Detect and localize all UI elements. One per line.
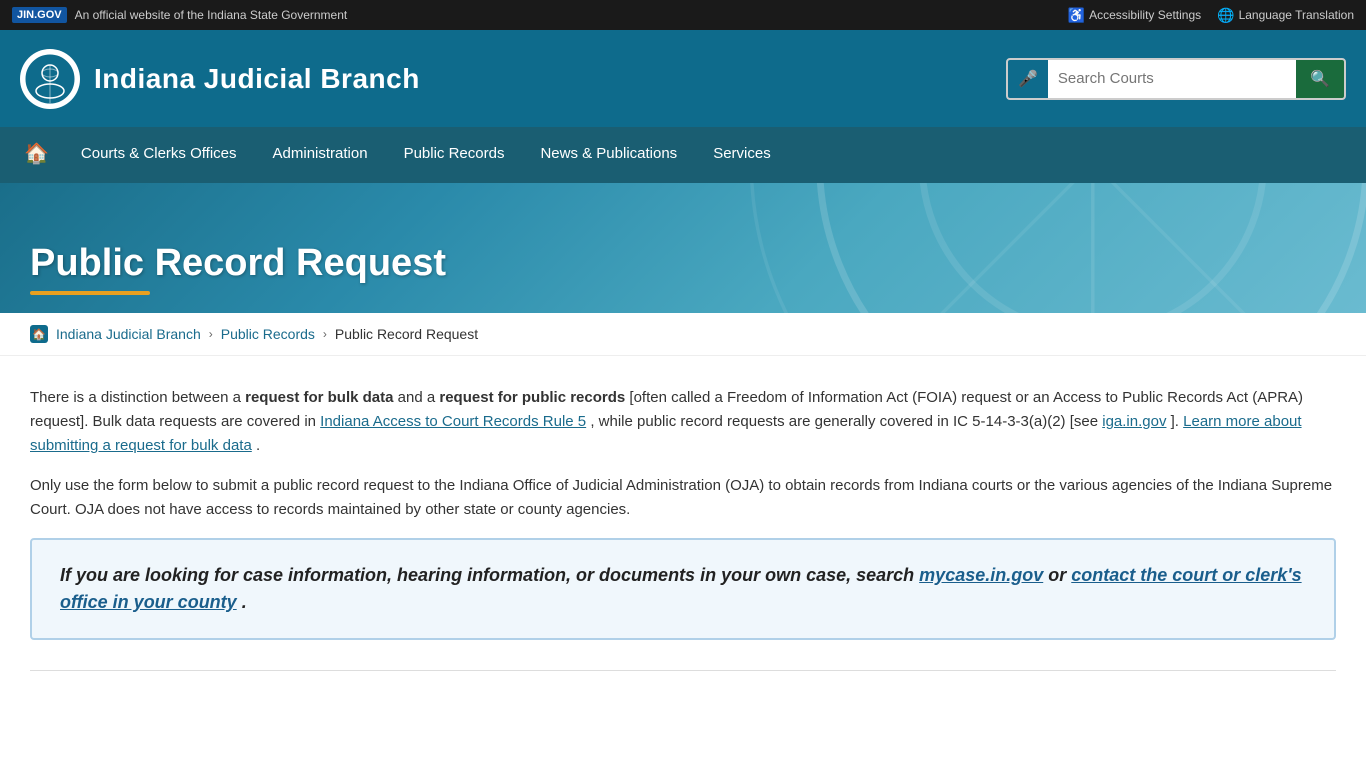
iga-link[interactable]: iga.in.gov [1102, 413, 1166, 430]
breadcrumb-current: Public Record Request [335, 326, 478, 342]
top-bar-right: ♿ Accessibility Settings 🌐 Language Tran… [1068, 7, 1354, 24]
jin-gov-logo: JIN.GOV [12, 7, 67, 23]
main-nav: 🏠 Courts & Clerks Offices Administration… [0, 127, 1366, 183]
hero-banner: Public Record Request [0, 183, 1366, 313]
nav-home[interactable]: 🏠 [10, 127, 63, 183]
accessibility-label: Accessibility Settings [1089, 8, 1201, 22]
p1-text1: There is a distinction between a [30, 389, 245, 406]
footer-divider [30, 670, 1336, 671]
p1-text6: . [256, 437, 260, 454]
main-content: There is a distinction between a request… [0, 356, 1366, 691]
paragraph-2: Only use the form below to submit a publ… [30, 474, 1336, 522]
title-underline [30, 291, 150, 295]
search-input[interactable] [1048, 70, 1296, 87]
brand: Indiana Judicial Branch [20, 49, 420, 109]
official-text: An official website of the Indiana State… [75, 8, 348, 22]
search-mic-button[interactable]: 🎤 [1008, 60, 1048, 98]
top-bar-left: JIN.GOV An official website of the India… [12, 7, 347, 23]
hero-content: Public Record Request [0, 243, 446, 295]
language-icon: 🌐 [1217, 7, 1234, 24]
breadcrumb-home-icon: 🏠 [30, 325, 48, 343]
info-text3: . [242, 592, 247, 612]
mic-icon: 🎤 [1018, 69, 1038, 89]
nav-services[interactable]: Services [695, 127, 789, 183]
language-label: Language Translation [1239, 8, 1354, 22]
p1-bold2: request for public records [439, 389, 625, 406]
info-box-text: If you are looking for case information,… [60, 562, 1306, 616]
logo [20, 49, 80, 109]
mycase-link[interactable]: mycase.in.gov [919, 565, 1043, 585]
breadcrumb-sep-1: › [209, 327, 213, 341]
accessibility-link[interactable]: ♿ Accessibility Settings [1068, 7, 1201, 24]
logo-svg [24, 53, 76, 105]
language-link[interactable]: 🌐 Language Translation [1217, 7, 1354, 24]
info-text1: If you are looking for case information,… [60, 565, 919, 585]
nav-administration[interactable]: Administration [255, 127, 386, 183]
p1-text4: , while public record requests are gener… [590, 413, 1102, 430]
info-text2: or [1048, 565, 1071, 585]
site-title: Indiana Judicial Branch [94, 63, 420, 95]
search-icon: 🔍 [1310, 69, 1330, 89]
nav-news[interactable]: News & Publications [522, 127, 695, 183]
breadcrumb-sep-2: › [323, 327, 327, 341]
paragraph-1: There is a distinction between a request… [30, 386, 1336, 458]
info-box: If you are looking for case information,… [30, 538, 1336, 640]
page-title: Public Record Request [30, 243, 446, 285]
p1-bold1: request for bulk data [245, 389, 393, 406]
top-bar: JIN.GOV An official website of the India… [0, 0, 1366, 30]
p1-text2: and a [398, 389, 440, 406]
p1-text5: ]. [1171, 413, 1184, 430]
nav-public-records[interactable]: Public Records [386, 127, 523, 183]
header: Indiana Judicial Branch 🎤 🔍 [0, 30, 1366, 127]
court-records-link[interactable]: Indiana Access to Court Records Rule 5 [320, 413, 586, 430]
home-icon: 🏠 [24, 141, 49, 166]
accessibility-icon: ♿ [1068, 7, 1085, 24]
search-bar: 🎤 🔍 [1006, 58, 1346, 100]
breadcrumb: 🏠 Indiana Judicial Branch › Public Recor… [0, 313, 1366, 356]
search-button[interactable]: 🔍 [1296, 60, 1344, 98]
breadcrumb-home-link[interactable]: Indiana Judicial Branch [56, 326, 201, 342]
nav-courts[interactable]: Courts & Clerks Offices [63, 127, 255, 183]
breadcrumb-public-records-link[interactable]: Public Records [221, 326, 315, 342]
